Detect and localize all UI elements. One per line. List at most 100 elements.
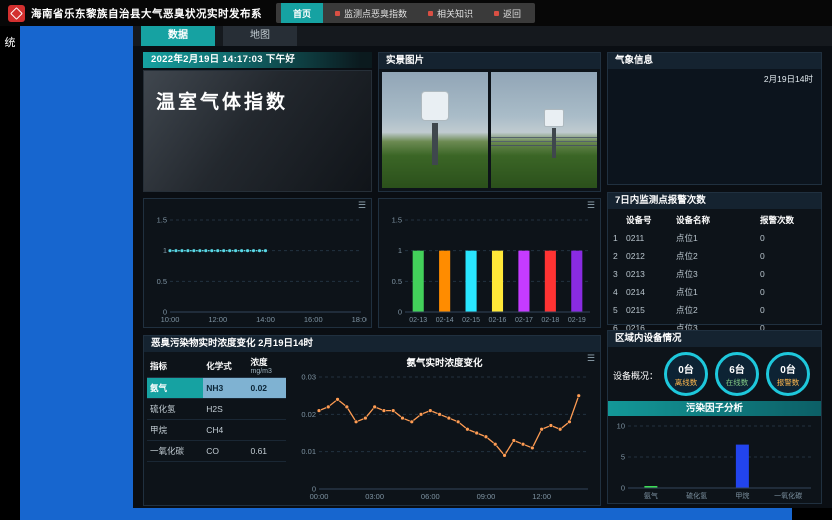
title-overflow: 统 xyxy=(0,26,20,520)
alarm-table-row: 20212点位20 xyxy=(608,247,821,265)
weather-timestamp: 2月19日14时 xyxy=(764,73,813,85)
device-stat-circle: 6台在线数 xyxy=(715,352,759,396)
nav-item-icon xyxy=(335,11,340,16)
content: 数据地图 2022年2月19日 14:17:03 下午好 温室气体指数 ☰ 00… xyxy=(133,26,832,508)
nav-item-icon xyxy=(494,11,499,16)
title-overflow-char: 统 xyxy=(5,37,16,49)
alarm-col-header: 设备名称 xyxy=(674,211,758,229)
chart-menu-icon[interactable]: ☰ xyxy=(587,353,595,364)
greenhouse-trend-chart: 00.511.510:0012:0014:0016:0018:00 xyxy=(146,213,367,325)
photos-panel-title: 实景图片 xyxy=(379,53,600,69)
svg-text:02-13: 02-13 xyxy=(409,317,427,324)
svg-text:0.03: 0.03 xyxy=(301,373,316,382)
device-stat-circle: 0台报警数 xyxy=(766,352,810,396)
pollutant-unit: mg/m3 xyxy=(250,368,283,375)
pollutant-table-head: 指标化学式浓度mg/m3 xyxy=(147,354,286,378)
nav-item-3[interactable]: 返回 xyxy=(485,5,530,21)
equipment-panel-title: 区域内设备情况 xyxy=(608,331,821,347)
svg-text:0: 0 xyxy=(398,308,402,317)
pollutant-row[interactable]: 一氧化碳CO0.61 xyxy=(147,441,286,462)
svg-text:0.01: 0.01 xyxy=(301,447,316,456)
svg-text:02-16: 02-16 xyxy=(489,317,507,324)
hero-title: 温室气体指数 xyxy=(156,87,371,114)
weather-panel-title: 气象信息 xyxy=(608,53,821,69)
svg-text:12:00: 12:00 xyxy=(532,492,551,501)
svg-text:一氧化碳: 一氧化碳 xyxy=(774,491,802,500)
pollutant-panel-title: 恶臭污染物实时浓度变化 2月19日14时 xyxy=(144,336,600,352)
site-photo-2 xyxy=(491,72,597,188)
device-stats: 0台离线数6台在线数0台报警数 xyxy=(664,352,810,396)
nav-item-0[interactable]: 首页 xyxy=(281,3,323,23)
pollutant-panel: 恶臭污染物实时浓度变化 2月19日14时 指标化学式浓度mg/m3 氨气NH30… xyxy=(143,335,601,506)
svg-text:1.5: 1.5 xyxy=(392,216,402,225)
equipment-panel: 区域内设备情况 设备概况： 0台离线数6台在线数0台报警数 污染因子分析 051… xyxy=(607,330,822,504)
app-logo xyxy=(8,5,25,22)
pollutant-row[interactable]: 硫化氢H2S xyxy=(147,399,286,420)
pollutant-row[interactable]: 氨气NH30.02 xyxy=(147,378,286,399)
alarm-table-row: 30213点位30 xyxy=(608,265,821,283)
pollutant-col-header: 浓度mg/m3 xyxy=(247,354,286,378)
ammonia-chart-wrap: 氨气实时浓度变化 ☰ 00.010.020.0300:0003:0006:000… xyxy=(289,352,600,505)
nav-item-1[interactable]: 监测点恶臭指数 xyxy=(326,5,416,21)
factor-analysis-title: 污染因子分析 xyxy=(608,401,821,416)
device-stat-circle: 0台离线数 xyxy=(664,352,708,396)
chart-menu-icon[interactable]: ☰ xyxy=(358,200,366,211)
daily-index-chart: 00.511.502-1302-1402-1502-1602-1702-1802… xyxy=(381,213,596,325)
pollutant-table-body: 氨气NH30.02硫化氢H2S甲烷CH4一氧化碳CO0.61 xyxy=(147,378,286,462)
top-nav: 首页 监测点恶臭指数 相关知识返回 xyxy=(276,3,535,23)
bottom-strip xyxy=(133,508,792,520)
svg-text:10: 10 xyxy=(617,422,625,431)
svg-text:0: 0 xyxy=(621,484,625,493)
pollutant-col-header: 化学式 xyxy=(203,354,247,378)
pollutant-col-header: 指标 xyxy=(147,354,203,378)
alarm-col-header: 设备号 xyxy=(624,211,674,229)
ammonia-trend-chart: 00.010.020.0300:0003:0006:0009:0012:00 xyxy=(291,370,594,502)
view-tabs: 数据地图 xyxy=(133,26,832,46)
svg-text:02-14: 02-14 xyxy=(436,317,454,324)
svg-text:06:00: 06:00 xyxy=(421,492,440,501)
svg-text:09:00: 09:00 xyxy=(477,492,496,501)
pollutant-row[interactable]: 甲烷CH4 xyxy=(147,420,286,441)
device-stat-value: 0台 xyxy=(780,361,796,376)
svg-text:甲烷: 甲烷 xyxy=(735,491,749,500)
svg-text:1: 1 xyxy=(398,246,402,255)
nav-item-2[interactable]: 相关知识 xyxy=(419,5,482,21)
datetime-bar: 2022年2月19日 14:17:03 下午好 xyxy=(143,52,372,68)
factor-analysis-chart: 0510氨气硫化氢甲烷一氧化碳 xyxy=(612,419,817,501)
photos-panel: 实景图片 xyxy=(378,52,601,192)
svg-text:02-19: 02-19 xyxy=(568,317,586,324)
nav-item-label: 相关知识 xyxy=(437,7,473,20)
monitor-device xyxy=(544,109,564,127)
svg-text:1.5: 1.5 xyxy=(157,216,167,225)
svg-text:14:00: 14:00 xyxy=(256,315,275,324)
pollutant-table: 指标化学式浓度mg/m3 氨气NH30.02硫化氢H2S甲烷CH4一氧化碳CO0… xyxy=(147,354,286,462)
fence-line xyxy=(491,137,597,138)
weather-panel: 气象信息 2月19日14时 xyxy=(607,52,822,185)
device-overview: 设备概况： 0台离线数6台在线数0台报警数 xyxy=(608,347,821,401)
device-pole xyxy=(552,128,556,158)
topbar: 海南省乐东黎族自治县大气恶臭状况实时发布系 首页监测点恶臭指数相关知识返回 xyxy=(0,0,832,26)
tab-1[interactable]: 地图 xyxy=(223,26,297,46)
svg-text:0.5: 0.5 xyxy=(157,277,167,286)
alarm-table-row: 10211点位10 xyxy=(608,229,821,247)
alarm-panel-title: 7日内监测点报警次数 xyxy=(608,193,821,209)
svg-text:03:00: 03:00 xyxy=(365,492,384,501)
device-stat-label: 报警数 xyxy=(777,377,800,388)
alarm-panel: 7日内监测点报警次数 设备号设备名称报警次数 10211点位1020212点位2… xyxy=(607,192,822,325)
tab-0[interactable]: 数据 xyxy=(141,26,215,46)
alarm-table-head: 设备号设备名称报警次数 xyxy=(608,211,821,229)
chart-menu-icon[interactable]: ☰ xyxy=(587,200,595,211)
svg-text:02-15: 02-15 xyxy=(462,317,480,324)
alarm-index-header xyxy=(608,211,624,229)
greenhouse-trend-panel: ☰ 00.511.510:0012:0014:0016:0018:00 xyxy=(143,198,372,328)
monitor-device xyxy=(421,91,449,121)
nav-item-label: 监测点恶臭指数 xyxy=(344,7,407,20)
svg-text:00:00: 00:00 xyxy=(310,492,329,501)
logo-icon xyxy=(10,7,23,20)
svg-text:5: 5 xyxy=(621,453,625,462)
alarm-table: 设备号设备名称报警次数 10211点位1020212点位2030213点位304… xyxy=(608,211,821,337)
device-stat-label: 离线数 xyxy=(675,377,698,388)
alarm-table-row: 40214点位10 xyxy=(608,283,821,301)
svg-text:1: 1 xyxy=(163,246,167,255)
svg-text:16:00: 16:00 xyxy=(304,315,323,324)
